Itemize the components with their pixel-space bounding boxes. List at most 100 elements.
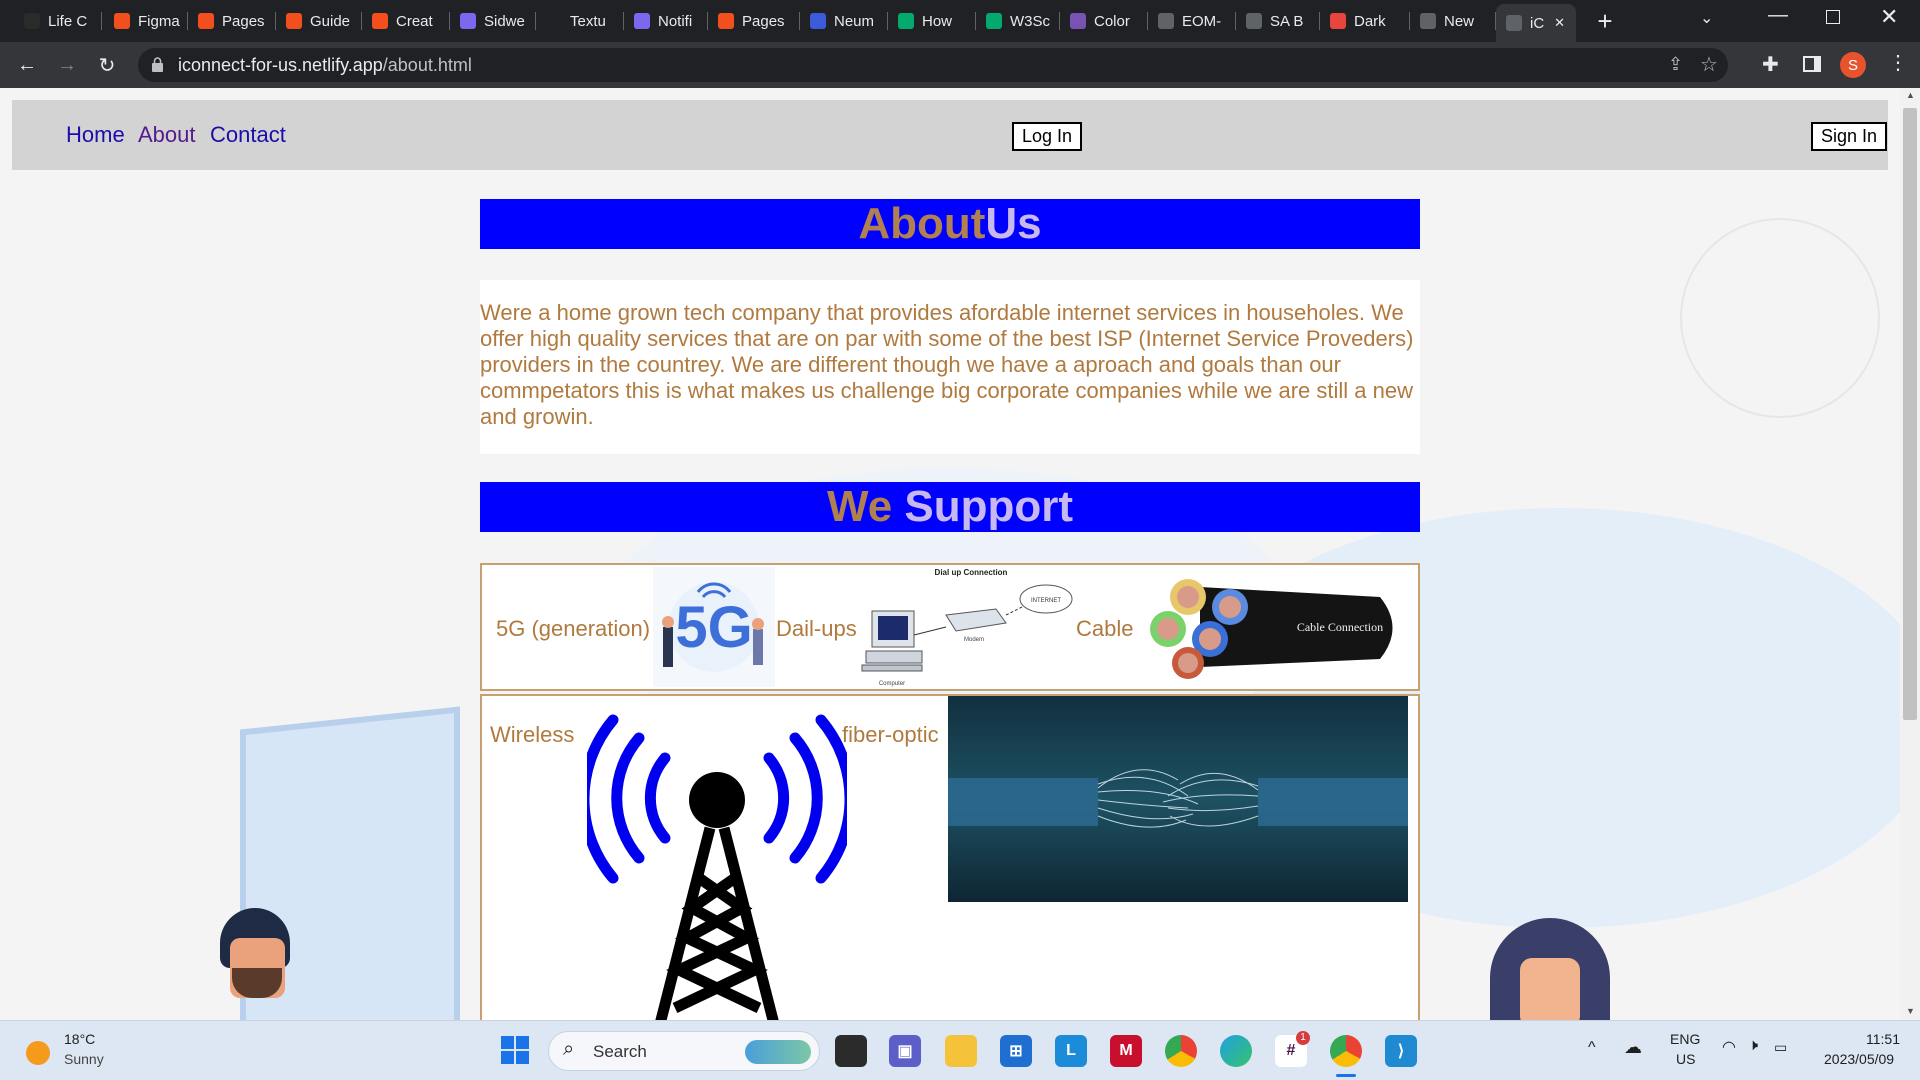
support-label-wireless: Wireless	[490, 722, 575, 747]
vscode-icon[interactable]: ⟩	[1385, 1035, 1417, 1067]
page-viewport: Home About Contact Log In Sign In AboutU…	[0, 88, 1900, 1020]
browser-tab[interactable]: Sidwe	[450, 6, 536, 36]
microsoft-store-icon[interactable]: ⊞	[1000, 1035, 1032, 1067]
active-app-indicator	[1336, 1074, 1356, 1077]
file-explorer-icon[interactable]	[945, 1035, 977, 1067]
taskbar-search-box[interactable]: ⌕ Search	[548, 1031, 820, 1071]
side-panel-icon[interactable]	[1803, 56, 1821, 72]
edge-icon[interactable]	[1220, 1035, 1252, 1067]
browser-tab[interactable]: Textu	[536, 6, 624, 36]
close-tab-icon[interactable]: ✕	[1554, 15, 1565, 31]
browser-tab-label: Color	[1094, 12, 1130, 30]
teams-chat-icon[interactable]: ▣	[889, 1035, 921, 1067]
clickup-icon	[460, 13, 476, 29]
browser-tab[interactable]: Color	[1060, 6, 1148, 36]
nav-contact-link[interactable]: Contact	[210, 122, 286, 148]
forward-icon[interactable]: →	[52, 50, 82, 80]
battery-icon[interactable]: ▭	[1774, 1039, 1787, 1056]
browser-tab-label: Pages	[222, 12, 265, 30]
background-circle	[1680, 218, 1880, 418]
browser-tab[interactable]: Neum	[800, 6, 888, 36]
extensions-icon[interactable]: ✚	[1762, 52, 1779, 77]
browser-tab[interactable]: Creat	[362, 6, 450, 36]
search-placeholder: Search	[593, 1042, 647, 1061]
l-app-icon[interactable]: L	[1055, 1035, 1087, 1067]
new-tab-button[interactable]: +	[1590, 6, 1620, 36]
cable-image: Cable Connection	[1130, 567, 1400, 689]
browser-tab[interactable]: SA B	[1236, 6, 1320, 36]
mcafee-icon[interactable]: M	[1110, 1035, 1142, 1067]
globe-icon	[1158, 13, 1174, 29]
scroll-up-arrow-icon[interactable]: ▲	[1906, 90, 1915, 100]
globe-icon	[1506, 15, 1522, 31]
support-heading: We Support	[480, 482, 1420, 532]
browser-tab[interactable]: How	[888, 6, 976, 36]
tab-search-icon[interactable]: ⌄	[1700, 8, 1713, 28]
browser-tab-label: Notifi	[658, 12, 693, 30]
w3schools-icon	[986, 13, 1002, 29]
figma-icon	[718, 13, 734, 29]
signin-button[interactable]: Sign In	[1811, 122, 1888, 151]
background-illustration-person-right	[1480, 918, 1620, 1020]
volume-muted-icon[interactable]: 🕨	[1748, 1037, 1758, 1055]
share-icon[interactable]: ⇪	[1668, 54, 1683, 75]
scroll-down-arrow-icon[interactable]: ▼	[1906, 1006, 1915, 1016]
reload-icon[interactable]: ↻	[92, 50, 122, 80]
browser-toolbar: ← → ↻ iconnect-for-us.netlify.app/about.…	[0, 42, 1920, 88]
browser-tab-label: New	[1444, 12, 1475, 30]
clock-date[interactable]: 2023/05/09	[1824, 1051, 1894, 1067]
onedrive-icon[interactable]: ☁	[1624, 1037, 1642, 1058]
browser-tab[interactable]: W3Sc	[976, 6, 1060, 36]
login-button[interactable]: Log In	[1012, 122, 1083, 151]
restore-icon[interactable]	[1826, 10, 1840, 24]
browser-tab-label: How	[922, 12, 953, 30]
browser-tab-label: SA B	[1270, 12, 1304, 30]
scrollbar-thumb[interactable]	[1903, 108, 1917, 720]
address-bar[interactable]: iconnect-for-us.netlify.app/about.html ⇪…	[138, 48, 1728, 82]
tab-separator	[101, 12, 102, 30]
windows-taskbar: 18°C Sunny ⌕ Search ▣ ⊞ L M # 1 ⟩ ^ ☁ EN…	[0, 1020, 1920, 1080]
chrome-icon[interactable]	[1165, 1035, 1197, 1067]
chrome-profile-icon[interactable]	[1330, 1035, 1362, 1067]
weather-widget[interactable]: 18°C Sunny	[26, 1031, 146, 1071]
dialup-caption: Dial up Connection	[935, 568, 1008, 577]
browser-tab[interactable]: iC ✕	[1496, 4, 1576, 42]
support-label-cable: Cable	[1076, 616, 1134, 641]
minimize-icon[interactable]: —	[1768, 4, 1788, 27]
browser-tab[interactable]: EOM-	[1148, 6, 1236, 36]
browser-tab-bar: Life C Figma Pages Guide Creat Sidwe Textu Noti…	[0, 0, 1920, 42]
5g-image-label: 5G	[675, 595, 752, 660]
nav-home-link[interactable]: Home	[66, 122, 125, 148]
browser-tab[interactable]: New	[1410, 6, 1496, 36]
task-view-icon[interactable]	[835, 1035, 867, 1067]
browser-tab[interactable]: Guide	[276, 6, 362, 36]
browser-tab[interactable]: Pages	[708, 6, 800, 36]
figma-icon	[286, 13, 302, 29]
tray-overflow-icon[interactable]: ^	[1588, 1039, 1596, 1057]
close-window-icon[interactable]: ✕	[1880, 4, 1898, 30]
language-line1[interactable]: ENG	[1670, 1031, 1700, 1047]
back-icon[interactable]: ←	[12, 50, 42, 80]
browser-tab-label: Sidwe	[484, 12, 525, 30]
nav-about-link[interactable]: About	[138, 122, 196, 148]
wireless-tower-image	[578, 708, 856, 1020]
5g-image: 5G	[653, 567, 775, 687]
start-icon[interactable]	[500, 1035, 530, 1065]
background-illustration-person-left	[210, 908, 300, 1020]
bootstrap-icon	[1070, 13, 1086, 29]
search-highlight-image	[745, 1040, 811, 1064]
browser-tab[interactable]: Figma	[104, 6, 188, 36]
browser-tab-label: iC	[1530, 14, 1545, 32]
browser-tab-label: Figma	[138, 12, 180, 30]
browser-tab[interactable]: Notifi	[624, 6, 708, 36]
clock-time[interactable]: 11:51	[1866, 1031, 1900, 1047]
browser-tab[interactable]: Life C	[14, 6, 102, 36]
profile-avatar[interactable]: S	[1840, 52, 1866, 78]
support-row-2: Wireless fiber-optic	[480, 694, 1420, 1020]
menu-icon[interactable]: ⋮	[1888, 50, 1908, 75]
wifi-icon[interactable]: ◠	[1722, 1037, 1736, 1057]
language-line2[interactable]: US	[1676, 1051, 1695, 1067]
browser-tab[interactable]: Pages	[188, 6, 276, 36]
bookmark-star-icon[interactable]: ☆	[1700, 52, 1718, 77]
browser-tab[interactable]: Dark	[1320, 6, 1410, 36]
